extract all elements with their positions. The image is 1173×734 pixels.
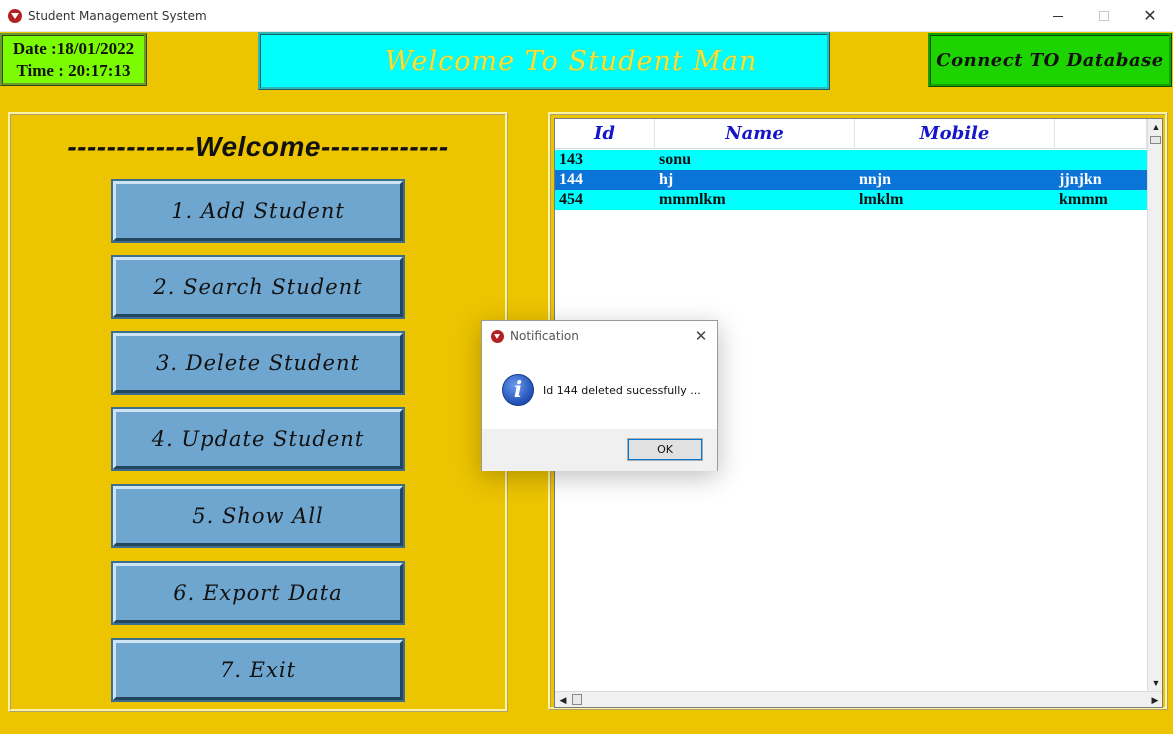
cell-name: sonu [659, 151, 692, 168]
cell-extra: kmmm [1059, 191, 1108, 208]
export-data-label: 6. Export Data [173, 581, 343, 605]
cell-id: 454 [559, 191, 583, 208]
update-student-label: 4. Update Student [151, 427, 365, 451]
welcome-banner: Welcome To Student Man [258, 32, 830, 90]
table-body: 143 sonu 144 hj nnjn jjnjkn 454 mmmlkm l… [555, 150, 1147, 210]
show-all-label: 5. Show All [192, 504, 324, 528]
column-header-extra[interactable] [1055, 119, 1147, 149]
datetime-display: Date :18/01/2022 Time : 20:17:13 [0, 33, 147, 86]
cell-id: 144 [559, 171, 583, 188]
show-all-button[interactable]: 5. Show All [111, 484, 405, 548]
vertical-scrollbar[interactable]: ▲ ▼ [1147, 119, 1162, 691]
delete-student-button[interactable]: 3. Delete Student [111, 331, 405, 395]
dialog-close-icon[interactable]: ✕ [690, 325, 712, 347]
search-student-label: 2. Search Student [153, 275, 363, 299]
column-header-name[interactable]: Name [655, 119, 855, 149]
menu-heading: -------------Welcome------------- [67, 131, 449, 162]
ok-button[interactable]: OK [627, 438, 703, 461]
cell-extra: jjnjkn [1059, 171, 1102, 188]
add-student-button[interactable]: 1. Add Student [111, 179, 405, 243]
cell-extra [1055, 150, 1147, 170]
notification-dialog: Notification ✕ i Id 144 deleted sucessfu… [481, 320, 718, 471]
horizontal-scroll-thumb[interactable] [572, 694, 582, 705]
table-header: Id Name Mobile [555, 119, 1147, 149]
column-header-mobile[interactable]: Mobile [855, 119, 1055, 149]
maximize-icon [1099, 11, 1109, 21]
cell-mobile [855, 150, 1055, 170]
table-row[interactable]: 143 sonu [555, 150, 1147, 170]
table-row-selected[interactable]: 144 hj nnjn jjnjkn [555, 170, 1147, 190]
window-title: Student Management System [28, 9, 207, 23]
menu-panel: -------------Welcome------------- 1. Add… [8, 112, 508, 712]
time-label: Time : 20:17:13 [16, 61, 131, 80]
vertical-scroll-thumb[interactable] [1150, 136, 1161, 144]
update-student-button[interactable]: 4. Update Student [111, 407, 405, 471]
maximize-button [1081, 0, 1127, 32]
connect-database-label: Connect TO Database [936, 49, 1164, 71]
minimize-icon [1053, 15, 1063, 17]
exit-button[interactable]: 7. Exit [111, 638, 405, 702]
horizontal-scrollbar[interactable]: ◀ ▶ [555, 691, 1162, 707]
main-window: Student Management System ✕ Date :18/01/… [0, 0, 1173, 734]
cell-mobile: nnjn [859, 171, 892, 188]
app-logo-icon [491, 330, 504, 343]
title-bar: Student Management System ✕ [0, 0, 1173, 32]
app-logo-icon [8, 9, 22, 23]
dialog-title: Notification [510, 329, 579, 343]
close-button[interactable]: ✕ [1127, 0, 1173, 32]
delete-student-label: 3. Delete Student [156, 351, 360, 375]
column-header-id[interactable]: Id [555, 119, 655, 149]
scroll-up-arrow-icon[interactable]: ▲ [1148, 119, 1162, 135]
add-student-label: 1. Add Student [171, 199, 345, 223]
info-icon: i [502, 374, 534, 406]
scroll-left-arrow-icon[interactable]: ◀ [555, 692, 571, 707]
dialog-message: Id 144 deleted sucessfully ... [543, 384, 701, 397]
scroll-down-arrow-icon[interactable]: ▼ [1148, 675, 1162, 691]
dialog-title-bar: Notification ✕ [482, 321, 717, 351]
minimize-button[interactable] [1035, 0, 1081, 32]
date-label: Date :18/01/2022 [12, 39, 135, 58]
table-row[interactable]: 454 mmmlkm lmklm kmmm [555, 190, 1147, 210]
cell-name: mmmlkm [659, 191, 726, 208]
exit-label: 7. Exit [219, 658, 297, 682]
banner-text: Welcome To Student Man [385, 45, 758, 77]
export-data-button[interactable]: 6. Export Data [111, 561, 405, 625]
search-student-button[interactable]: 2. Search Student [111, 255, 405, 319]
cell-id: 143 [559, 151, 583, 168]
cell-mobile: lmklm [859, 191, 904, 208]
close-icon: ✕ [1143, 6, 1157, 25]
connect-database-button[interactable]: Connect TO Database [928, 33, 1172, 87]
scroll-right-arrow-icon[interactable]: ▶ [1147, 692, 1162, 707]
dialog-footer: OK [482, 429, 717, 471]
cell-name: hj [659, 171, 674, 188]
